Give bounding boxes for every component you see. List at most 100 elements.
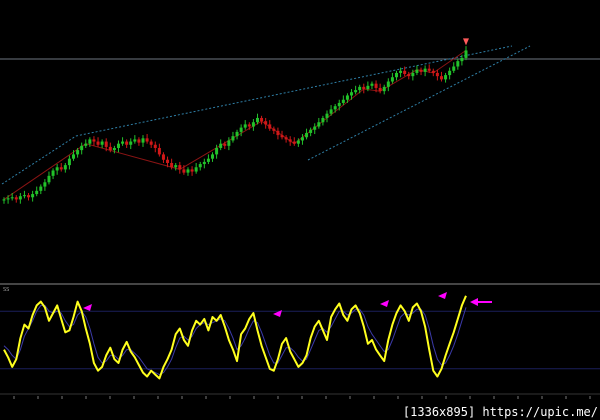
candle-body <box>309 129 313 133</box>
candle-body <box>444 75 448 80</box>
candle-body <box>268 124 272 129</box>
candle-body <box>305 132 309 138</box>
candle-body <box>194 167 198 172</box>
candle-body <box>186 169 190 173</box>
candle-body <box>84 143 88 146</box>
candle-body <box>202 161 206 165</box>
candle-body <box>112 147 116 151</box>
candle-body <box>137 139 141 143</box>
candle-body <box>280 135 284 138</box>
candle-body <box>55 167 59 171</box>
candle-body <box>403 70 407 75</box>
candle-body <box>10 197 14 199</box>
candle-body <box>464 50 468 58</box>
candle-body <box>211 154 215 159</box>
candle-body <box>198 164 202 168</box>
candle-body <box>300 137 304 141</box>
candle-body <box>448 70 452 76</box>
candle-body <box>276 130 280 136</box>
candle-body <box>337 102 341 107</box>
candle-body <box>39 186 43 191</box>
candle-body <box>219 143 223 148</box>
candle-body <box>182 169 186 173</box>
candle-body <box>296 140 300 144</box>
peak-marker-icon <box>380 300 389 307</box>
candle-body <box>374 83 378 88</box>
candle-body <box>2 199 6 201</box>
candle-body <box>341 99 345 103</box>
candle-body <box>407 74 411 77</box>
candle-body <box>100 141 104 145</box>
candle-body <box>72 154 76 159</box>
candle-body <box>174 165 178 168</box>
candle-body <box>415 69 419 73</box>
candle-body <box>284 137 288 140</box>
candle-body <box>166 159 170 163</box>
candle-body <box>386 81 390 87</box>
candle-body <box>67 158 71 166</box>
candle-body <box>292 141 296 144</box>
candle-body <box>243 124 247 128</box>
candle-body <box>354 90 358 93</box>
candle-body <box>59 167 63 170</box>
candle-body <box>47 175 51 183</box>
candle-body <box>251 122 255 127</box>
candle-body <box>223 143 227 146</box>
candle-body <box>435 72 439 77</box>
candle-body <box>439 76 443 80</box>
candle-body <box>27 195 31 198</box>
candle-body <box>382 86 386 92</box>
candle-body <box>227 140 231 146</box>
oscillator-pane <box>0 283 600 399</box>
candle-body <box>18 196 22 200</box>
candle-body <box>170 162 174 168</box>
candle-body <box>80 145 84 151</box>
price-and-oscillator-chart <box>0 38 600 399</box>
candle-body <box>345 95 349 100</box>
candle-body <box>190 169 194 172</box>
candle-body <box>460 57 464 62</box>
candle-body <box>358 86 362 91</box>
lower-trendline <box>307 45 531 161</box>
candle-body <box>411 72 415 77</box>
candle-body <box>394 72 398 78</box>
candle-body <box>260 117 264 122</box>
candle-body <box>264 121 268 125</box>
candle-body <box>35 190 39 195</box>
candle-body <box>427 68 431 71</box>
candle-body <box>178 165 182 170</box>
candle-body <box>366 85 370 90</box>
candle-body <box>321 117 325 123</box>
candle-body <box>206 158 210 162</box>
candle-body <box>161 154 165 160</box>
candle-body <box>431 70 435 73</box>
candle-body <box>51 170 55 176</box>
candle-body <box>456 61 460 67</box>
candle-body <box>129 141 133 145</box>
candle-body <box>153 144 157 148</box>
candle-body <box>145 138 149 142</box>
candle-body <box>362 86 366 90</box>
watermark-text: [1336x895] https://upic.me/ <box>402 405 598 419</box>
candle-body <box>239 127 243 132</box>
candle-body <box>423 68 427 72</box>
candle-body <box>121 141 125 144</box>
candle-body <box>31 194 35 198</box>
latest-value-arrowhead-icon <box>470 298 478 306</box>
signal-arrow-icon <box>463 38 469 46</box>
oscillator-label: SS <box>3 287 10 293</box>
candle-body <box>399 70 403 73</box>
peak-marker-icon <box>438 292 447 299</box>
candle-body <box>125 141 129 145</box>
peak-marker-icon <box>83 304 92 311</box>
candle-body <box>231 136 235 141</box>
candle-body <box>255 117 259 123</box>
candle-body <box>149 141 153 145</box>
candle-body <box>215 147 219 155</box>
candle-body <box>116 143 120 148</box>
candle-body <box>22 195 26 197</box>
candle-body <box>14 197 18 200</box>
candle-body <box>288 139 292 142</box>
candle-body <box>88 139 92 144</box>
candle-body <box>63 165 67 170</box>
